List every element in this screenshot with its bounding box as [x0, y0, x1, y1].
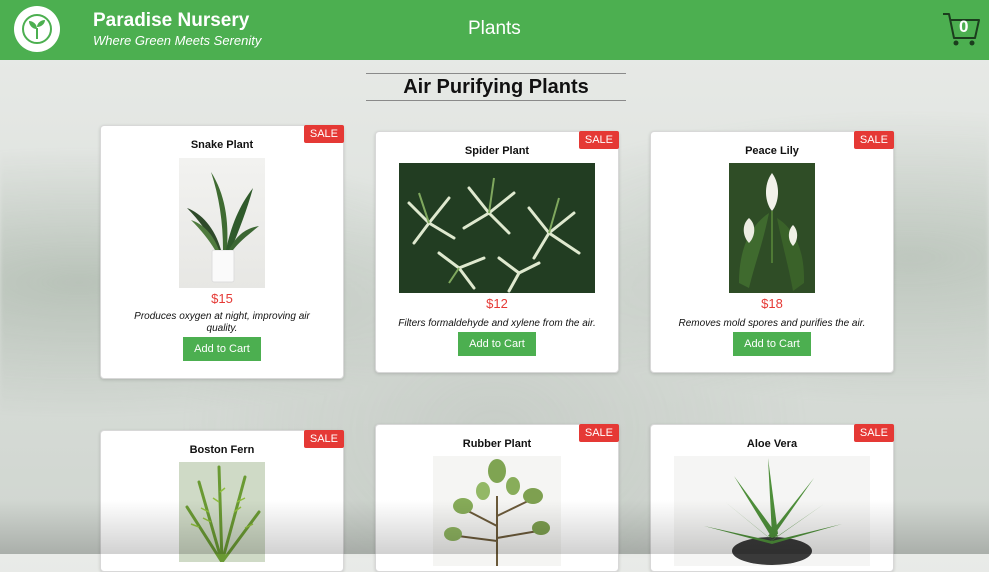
- product-image: [433, 456, 561, 566]
- product-image: [674, 456, 870, 566]
- cart-count: 0: [959, 17, 969, 36]
- product-price: $12: [486, 296, 508, 311]
- product-name: Peace Lily: [745, 145, 799, 157]
- product-description: Produces oxygen at night, improving air …: [134, 311, 310, 334]
- brand-tagline: Where Green Meets Serenity: [93, 33, 262, 48]
- product-price: $18: [761, 296, 783, 311]
- product-description: Filters formaldehyde and xylene from the…: [398, 318, 596, 329]
- product-name: Snake Plant: [190, 139, 254, 151]
- sprout-icon: [22, 14, 52, 44]
- product-image: [729, 163, 815, 293]
- product-name: Rubber Plant: [462, 438, 532, 450]
- product-description: Removes mold spores and purifies the air…: [678, 318, 866, 329]
- product-card-snake-plant: SALE Snake Plant $15 Produces oxygen at …: [100, 125, 344, 379]
- add-to-cart-button[interactable]: Add to Cart: [733, 332, 811, 356]
- product-card-boston-fern: SALE Boston Fern: [100, 430, 344, 572]
- product-card-peace-lily: SALE Peace Lily $18 Removes mold spores …: [650, 131, 894, 373]
- product-image: [399, 163, 595, 293]
- product-name: Boston Fern: [189, 444, 255, 456]
- add-to-cart-button[interactable]: Add to Cart: [183, 337, 261, 361]
- product-image: [179, 462, 265, 562]
- add-to-cart-button[interactable]: Add to Cart: [458, 332, 536, 356]
- product-name: Aloe Vera: [746, 438, 798, 450]
- logo[interactable]: [14, 6, 60, 52]
- product-card-spider-plant: SALE Spider Plant $12 Filters formaldehy…: [375, 131, 619, 373]
- product-price: $15: [211, 291, 233, 306]
- nav-plants-link[interactable]: Plants: [468, 18, 521, 40]
- cart-button[interactable]: 0: [941, 10, 981, 48]
- product-card-rubber-plant: SALE Rubber Plant: [375, 424, 619, 572]
- product-card-aloe-vera: SALE Aloe Vera: [650, 424, 894, 572]
- section-title: Air Purifying Plants: [366, 73, 626, 101]
- brand-name: Paradise Nursery: [93, 10, 250, 31]
- brand[interactable]: Paradise Nursery Where Green Meets Seren…: [93, 10, 261, 48]
- navbar: Paradise Nursery Where Green Meets Seren…: [0, 0, 989, 60]
- product-name: Spider Plant: [464, 145, 530, 157]
- product-image: [179, 158, 265, 288]
